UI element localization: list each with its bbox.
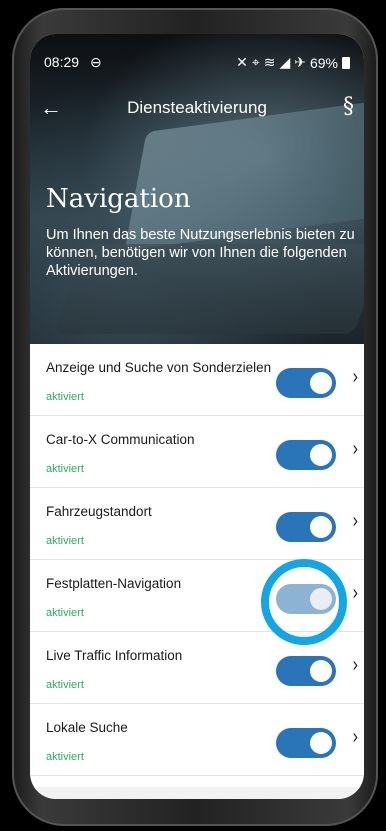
service-status: aktiviert [46,679,84,691]
battery-percent: 69% [309,54,338,71]
battery-icon [342,56,350,69]
service-status: aktiviert [46,463,84,475]
legal-section-icon[interactable]: § [343,94,354,119]
app-bar: ← Diensteaktivierung § [30,90,364,130]
hero-banner: 08:29 ⊖ ✕ ⌖ ≋ ◢ ✈ 69% ← Diensteaktivieru… [30,34,364,344]
hero-title: Navigation [46,184,191,214]
airplane-icon: ✈ [294,54,306,70]
service-toggle[interactable] [276,656,336,686]
chevron-right-icon[interactable]: › [353,510,358,533]
service-list: Anzeige und Suche von Sonderzielen aktiv… [30,344,364,776]
bottom-nav-strip [30,787,364,799]
chevron-right-icon[interactable]: › [353,726,358,749]
service-title: Car-to-X Communication [46,432,195,447]
service-status: aktiviert [46,535,84,547]
service-title: Festplatten-Navigation [46,576,182,591]
wifi-icon: ≋ [263,54,276,70]
service-row[interactable]: Lokale Suche aktiviert › [30,704,364,776]
toggle-knob [310,516,332,538]
toggle-knob [310,732,332,754]
service-row[interactable]: Car-to-X Communication aktiviert › [30,416,364,488]
service-toggle[interactable] [276,368,336,398]
service-title: Live Traffic Information [46,648,183,663]
app-screen: 08:29 ⊖ ✕ ⌖ ≋ ◢ ✈ 69% ← Diensteaktivieru… [30,34,364,799]
service-toggle[interactable] [276,440,336,470]
toggle-knob [310,444,332,466]
chevron-right-icon[interactable]: › [353,366,358,389]
service-row[interactable]: Fahrzeugstandort aktiviert › [30,488,364,560]
service-status: aktiviert [46,391,84,403]
service-title: Lokale Suche [46,720,128,735]
chevron-right-icon[interactable]: › [353,582,358,605]
chevron-right-icon[interactable]: › [353,438,358,461]
service-status: aktiviert [46,607,84,619]
service-status: aktiviert [46,751,84,763]
toggle-knob [310,660,332,682]
status-icons: ✕ ⌖ ≋ ◢ ✈ 69% [236,54,350,71]
service-toggle[interactable] [276,512,336,542]
toggle-knob [310,372,332,394]
hero-description: Um Ihnen das beste Nutzungserlebnis biet… [46,227,355,279]
status-time: 08:29 [44,54,80,70]
service-title: Fahrzeugstandort [46,504,152,519]
alarm-icon: ⊖ [90,54,102,70]
service-row[interactable]: Festplatten-Navigation aktiviert › [30,559,364,645]
chevron-right-icon[interactable]: › [353,654,358,677]
service-row[interactable]: Anzeige und Suche von Sonderzielen aktiv… [30,344,364,416]
service-toggle[interactable] [276,728,336,758]
page-title: Diensteaktivierung [127,98,267,117]
status-bar: 08:29 ⊖ ✕ ⌖ ≋ ◢ ✈ 69% [30,34,364,78]
location-icon: ⌖ [251,54,260,70]
service-row[interactable]: Live Traffic Information aktiviert › [30,632,364,704]
service-title: Anzeige und Suche von Sonderzielen [46,360,272,375]
mute-icon: ✕ [236,54,248,70]
signal-icon: ◢ [279,54,291,70]
